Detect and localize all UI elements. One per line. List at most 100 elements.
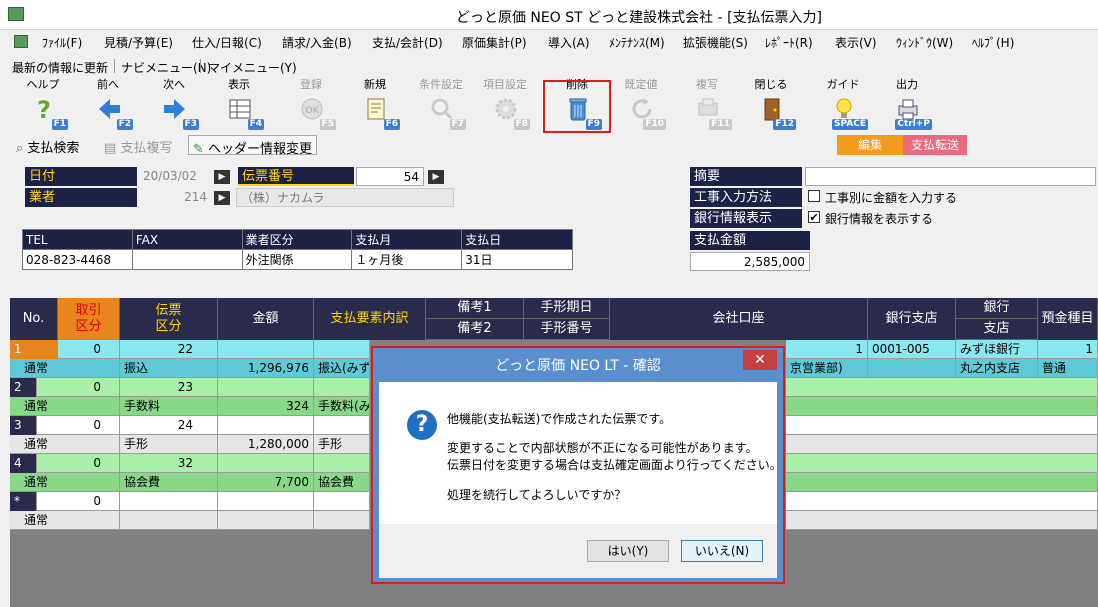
amount-cell[interactable]: 1,280,000 bbox=[218, 435, 314, 454]
display-button[interactable]: 表示 F4 bbox=[208, 78, 270, 134]
type-cell[interactable]: 通常 bbox=[10, 435, 120, 454]
row-filler[interactable] bbox=[786, 492, 1098, 511]
bank-display-checkbox[interactable]: ✔ bbox=[808, 211, 820, 223]
edit-tab[interactable]: 編集 bbox=[837, 135, 903, 155]
detail-top-cell[interactable] bbox=[314, 340, 370, 359]
deposit-cell[interactable]: 普通 bbox=[1038, 359, 1098, 378]
row-filler[interactable] bbox=[786, 511, 1098, 530]
print-button[interactable]: 出力 Ctrl+P bbox=[876, 78, 938, 134]
refresh-link[interactable]: 最新の情報に更新 bbox=[12, 59, 108, 76]
slip-cell[interactable]: 手数料 bbox=[120, 397, 218, 416]
condition-button[interactable]: 条件設定 F7 bbox=[410, 78, 472, 134]
menu-cost[interactable]: 原価集計(P) bbox=[462, 34, 527, 51]
type-cell[interactable]: 通常 bbox=[10, 473, 120, 492]
type-code-cell[interactable]: 0 bbox=[37, 416, 120, 435]
amount-top-cell[interactable] bbox=[218, 454, 314, 473]
branch-empty-cell[interactable] bbox=[868, 359, 956, 378]
amount-top-cell[interactable] bbox=[218, 378, 314, 397]
slip-number-field[interactable]: 54 bbox=[356, 167, 424, 186]
slip-cell[interactable]: 協会費 bbox=[120, 473, 218, 492]
detail-top-cell[interactable] bbox=[314, 416, 370, 435]
detail-cell[interactable]: 手数料(み bbox=[314, 397, 370, 416]
menu-help[interactable]: ﾍﾙﾌﾟ(H) bbox=[972, 34, 1014, 51]
deposit-code-cell[interactable]: 1 bbox=[1038, 340, 1098, 359]
next-button[interactable]: 次へ F3 bbox=[143, 78, 205, 134]
type-cell[interactable]: 通常 bbox=[10, 359, 120, 378]
input-method-checkbox[interactable] bbox=[808, 190, 820, 202]
dialog-close-icon[interactable]: ✕ bbox=[743, 350, 777, 370]
menu-file[interactable]: ﾌｧｲﾙ(F) bbox=[42, 34, 82, 51]
type-code-cell[interactable]: 0 bbox=[58, 340, 120, 359]
type-cell[interactable]: 通常 bbox=[10, 397, 120, 416]
amount-cell[interactable]: 324 bbox=[218, 397, 314, 416]
new-button[interactable]: 新規 F6 bbox=[344, 78, 406, 134]
slip-code-cell[interactable]: 22 bbox=[120, 340, 218, 359]
slip-code-cell[interactable] bbox=[120, 492, 218, 511]
branch-code-cell[interactable]: 0001-005 bbox=[868, 340, 956, 359]
menu-purchase[interactable]: 仕入/日報(C) bbox=[192, 34, 262, 51]
amount-top-cell[interactable] bbox=[218, 492, 314, 511]
slip-code-cell[interactable]: 23 bbox=[120, 378, 218, 397]
menu-estimate[interactable]: 見積/予算(E) bbox=[104, 34, 173, 51]
date-arrow-icon[interactable]: ▶ bbox=[214, 170, 230, 184]
menu-billing[interactable]: 請求/入金(B) bbox=[282, 34, 352, 51]
slip-arrow-icon[interactable]: ▶ bbox=[428, 170, 444, 184]
menu-payment[interactable]: 支払/会計(D) bbox=[372, 34, 443, 51]
help-button[interactable]: ヘルプ ? F1 bbox=[12, 78, 74, 134]
payment-copy-link[interactable]: ▤ 支払複写 bbox=[104, 137, 172, 159]
row-filler[interactable] bbox=[786, 397, 1098, 416]
row-filler[interactable] bbox=[786, 454, 1098, 473]
menu-report[interactable]: ﾚﾎﾟｰﾄ(R) bbox=[765, 34, 813, 51]
amount-cell[interactable] bbox=[218, 511, 314, 530]
slip-cell[interactable]: 手形 bbox=[120, 435, 218, 454]
type-code-cell[interactable]: 0 bbox=[37, 492, 120, 511]
guide-button[interactable]: ガイド SPACE bbox=[812, 78, 874, 134]
detail-top-cell[interactable] bbox=[314, 492, 370, 511]
row-filler[interactable] bbox=[786, 416, 1098, 435]
slip-code-cell[interactable]: 24 bbox=[120, 416, 218, 435]
type-code-cell[interactable]: 0 bbox=[37, 378, 120, 397]
slip-cell[interactable]: 振込 bbox=[120, 359, 218, 378]
default-button[interactable]: 既定値 F10 bbox=[610, 78, 672, 134]
transfer-tab[interactable]: 支払転送 bbox=[903, 135, 967, 155]
menu-maintenance[interactable]: ﾒﾝﾃﾅﾝｽ(M) bbox=[609, 34, 665, 51]
row-filler[interactable] bbox=[786, 473, 1098, 492]
row-filler[interactable] bbox=[786, 435, 1098, 454]
row-filler[interactable] bbox=[786, 378, 1098, 397]
amount-cell[interactable]: 1,296,976 bbox=[218, 359, 314, 378]
my-menu-link[interactable]: マイメニュー(Y) bbox=[208, 59, 297, 76]
summary-field[interactable] bbox=[805, 167, 1096, 186]
detail-cell[interactable] bbox=[314, 511, 370, 530]
bank-cell[interactable]: みずほ銀行 bbox=[956, 340, 1038, 359]
menu-setup[interactable]: 導入(A) bbox=[548, 34, 590, 51]
detail-cell[interactable]: 振込(みず bbox=[314, 359, 370, 378]
amount-top-cell[interactable] bbox=[218, 416, 314, 435]
detail-cell[interactable]: 協会費 bbox=[314, 473, 370, 492]
yes-button[interactable]: はい(Y) bbox=[587, 540, 669, 562]
payment-search-link[interactable]: ⌕ 支払検索 bbox=[16, 137, 79, 159]
vendor-code-field[interactable]: 214 bbox=[139, 188, 211, 207]
menu-extension[interactable]: 拡張機能(S) bbox=[683, 34, 748, 51]
detail-cell[interactable]: 手形 bbox=[314, 435, 370, 454]
close-button[interactable]: 閉じる F12 bbox=[740, 78, 802, 134]
date-field[interactable]: 20/03/02 bbox=[139, 167, 211, 186]
detail-top-cell[interactable] bbox=[314, 378, 370, 397]
navi-menu-link[interactable]: ナビメニュー(N) bbox=[121, 59, 211, 76]
copy-button[interactable]: 複写 F11 bbox=[676, 78, 738, 134]
prev-button[interactable]: 前へ F2 bbox=[77, 78, 139, 134]
register-button[interactable]: 登録 OK F5 bbox=[280, 78, 342, 134]
account-no-cell[interactable]: 1 bbox=[786, 340, 868, 359]
detail-top-cell[interactable] bbox=[314, 454, 370, 473]
amount-cell[interactable]: 7,700 bbox=[218, 473, 314, 492]
type-cell[interactable]: 通常 bbox=[10, 511, 120, 530]
account-name-cell[interactable]: 京営業部) bbox=[786, 359, 868, 378]
no-button[interactable]: いいえ(N) bbox=[681, 540, 763, 562]
item-setting-button[interactable]: 項目設定 F8 bbox=[474, 78, 536, 134]
slip-cell[interactable] bbox=[120, 511, 218, 530]
header-change-button[interactable]: ✎ ヘッダー情報変更 bbox=[188, 135, 318, 157]
bank-branch-cell[interactable]: 丸之内支店 bbox=[956, 359, 1038, 378]
menu-window[interactable]: ｳｨﾝﾄﾞｳ(W) bbox=[896, 34, 953, 51]
slip-code-cell[interactable]: 32 bbox=[120, 454, 218, 473]
vendor-arrow-icon[interactable]: ▶ bbox=[214, 191, 230, 205]
menu-view[interactable]: 表示(V) bbox=[835, 34, 877, 51]
